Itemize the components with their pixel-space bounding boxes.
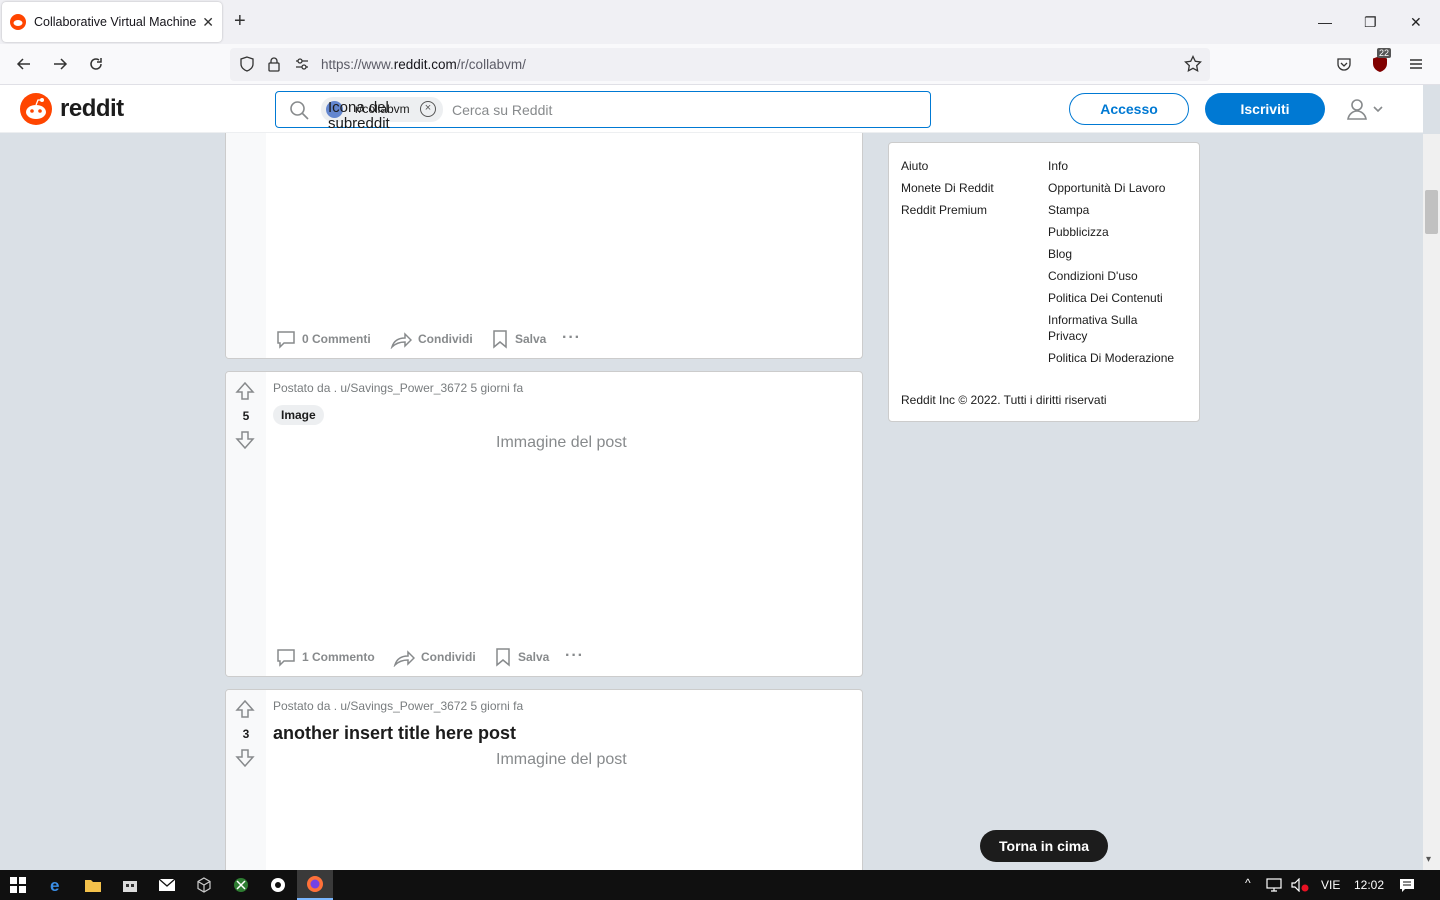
chip-clear-icon[interactable]: ×: [420, 101, 436, 117]
cube-app-icon[interactable]: [186, 870, 222, 900]
browser-navbar: https://www.reddit.com/r/collabvm/ 22: [0, 44, 1440, 85]
reddit-logo-icon[interactable]: [20, 93, 52, 125]
comment-icon: [277, 649, 295, 667]
copyright-text: Reddit Inc © 2022. Tutti i diritti riser…: [901, 393, 1107, 407]
new-tab-icon[interactable]: +: [234, 11, 246, 31]
sidebar-link[interactable]: Stampa: [1048, 202, 1188, 218]
file-explorer-icon[interactable]: [75, 870, 111, 900]
page-scrollbar[interactable]: ▾: [1423, 134, 1440, 870]
reddit-header: reddit r/collabvm × Cerca su Reddit Acce…: [0, 85, 1423, 133]
volume-muted-icon[interactable]: [1286, 870, 1314, 900]
signup-button[interactable]: Iscriviti: [1205, 93, 1325, 125]
reddit-wordmark[interactable]: reddit: [60, 95, 124, 123]
permissions-icon[interactable]: [292, 54, 312, 74]
sidebar-col-2: Info Opportunità Di Lavoro Stampa Pubbli…: [1048, 158, 1188, 372]
downvote-icon[interactable]: [235, 748, 255, 768]
lock-icon[interactable]: [264, 54, 284, 74]
post-card[interactable]: 5 Postato da . u/Savings_Power_3672 5 gi…: [225, 371, 863, 677]
sidebar-link[interactable]: Pubblicizza: [1048, 224, 1188, 240]
sidebar-link[interactable]: Blog: [1048, 246, 1188, 262]
vote-column: [226, 133, 266, 358]
edge-icon[interactable]: e: [38, 870, 74, 900]
store-icon[interactable]: [112, 870, 148, 900]
xbox-app-icon[interactable]: [223, 870, 259, 900]
post-meta[interactable]: Postato da . u/Savings_Power_3672 5 gior…: [273, 381, 523, 395]
restore-icon[interactable]: ❐: [1364, 12, 1377, 32]
reload-icon[interactable]: [86, 54, 106, 74]
sidebar-link[interactable]: Condizioni D'uso: [1048, 268, 1188, 284]
search-input[interactable]: Cerca su Reddit: [452, 102, 552, 118]
browser-tab[interactable]: Collaborative Virtual Machines! ✕: [2, 2, 222, 42]
login-button[interactable]: Accesso: [1069, 93, 1189, 125]
sidebar-link[interactable]: Info: [1048, 158, 1188, 174]
scroll-down-arrow-icon[interactable]: ▾: [1426, 854, 1431, 865]
upvote-icon[interactable]: [235, 699, 255, 719]
sidebar-link[interactable]: Politica Di Moderazione: [1048, 350, 1188, 366]
share-icon: [393, 650, 415, 667]
share-button[interactable]: Condividi: [393, 647, 476, 667]
comments-button[interactable]: 1 Commento: [276, 647, 375, 667]
reddit-favicon-icon: [10, 14, 26, 30]
windows-taskbar: e ^ VIE 12:02: [0, 870, 1440, 900]
windows-start-icon[interactable]: [0, 870, 36, 900]
tray-overflow-icon[interactable]: ^: [1245, 876, 1251, 890]
sidebar-link[interactable]: Opportunità Di Lavoro: [1048, 180, 1188, 196]
sidebar-link[interactable]: Aiuto: [901, 158, 994, 174]
clock[interactable]: 12:02: [1354, 878, 1384, 892]
subreddit-icon-tooltip: Icona del subreddit: [328, 99, 390, 132]
post-flair[interactable]: Image: [273, 405, 324, 425]
tab-close-icon[interactable]: ✕: [202, 14, 214, 31]
bookmark-icon: [493, 330, 507, 349]
game-app-icon[interactable]: [260, 870, 296, 900]
firefox-icon[interactable]: [297, 870, 333, 900]
extension-badge: 22: [1377, 48, 1392, 58]
ublock-extension-icon[interactable]: 22: [1370, 48, 1392, 74]
upvote-icon[interactable]: [235, 381, 255, 401]
forward-icon[interactable]: [50, 54, 70, 74]
comment-icon: [277, 331, 295, 349]
scrollbar-thumb[interactable]: [1425, 190, 1438, 234]
post-image[interactable]: Immagine del post: [496, 434, 627, 452]
downvote-icon[interactable]: [235, 430, 255, 450]
sidebar-links-card: Aiuto Monete Di Reddit Reddit Premium In…: [888, 142, 1200, 422]
share-button[interactable]: Condividi: [390, 329, 473, 349]
tab-title: Collaborative Virtual Machines!: [34, 15, 197, 29]
bookmark-star-icon[interactable]: [1183, 54, 1203, 74]
close-window-icon[interactable]: ✕: [1410, 12, 1422, 32]
minimize-icon[interactable]: —: [1318, 12, 1332, 32]
sidebar-link[interactable]: Monete Di Reddit: [901, 180, 994, 196]
post-image[interactable]: Immagine del post: [496, 751, 627, 769]
input-language[interactable]: VIE: [1321, 878, 1340, 892]
comments-button[interactable]: 0 Commenti: [276, 329, 371, 349]
pocket-icon[interactable]: [1334, 54, 1354, 74]
app-menu-icon[interactable]: [1406, 54, 1426, 74]
search-icon: [289, 100, 309, 125]
sidebar-link[interactable]: Reddit Premium: [901, 202, 994, 218]
svg-text:e: e: [50, 876, 59, 894]
vote-count: 3: [242, 727, 250, 741]
sidebar-col-1: Aiuto Monete Di Reddit Reddit Premium: [901, 158, 994, 224]
save-button[interactable]: Salva: [494, 647, 549, 667]
sidebar-link[interactable]: Politica Dei Contenuti: [1048, 290, 1188, 306]
browser-tabbar: Collaborative Virtual Machines! ✕ + — ❐ …: [0, 0, 1440, 44]
back-to-top-button[interactable]: Torna in cima: [980, 830, 1108, 862]
mail-icon[interactable]: [149, 870, 185, 900]
share-icon: [390, 332, 412, 349]
post-card[interactable]: 0 Commenti Condividi Salva ···: [225, 133, 863, 359]
save-button[interactable]: Salva: [491, 329, 546, 349]
more-options-icon[interactable]: ···: [565, 647, 584, 665]
url-text[interactable]: https://www.reddit.com/r/collabvm/: [321, 57, 526, 72]
bookmark-icon: [496, 648, 510, 667]
more-options-icon[interactable]: ···: [562, 329, 581, 347]
url-bar[interactable]: https://www.reddit.com/r/collabvm/: [230, 48, 1210, 81]
back-icon[interactable]: [14, 54, 34, 74]
post-card[interactable]: 3 Postato da . u/Savings_Power_3672 5 gi…: [225, 689, 863, 879]
vote-count: 5: [242, 409, 250, 423]
sidebar-link[interactable]: Informativa Sulla Privacy: [1048, 312, 1178, 344]
user-dropdown[interactable]: [1345, 97, 1387, 121]
post-title[interactable]: another insert title here post: [273, 723, 516, 744]
post-meta[interactable]: Postato da . u/Savings_Power_3672 5 gior…: [273, 699, 523, 713]
tracking-shield-icon[interactable]: [237, 54, 257, 74]
notifications-icon[interactable]: [1392, 870, 1422, 900]
